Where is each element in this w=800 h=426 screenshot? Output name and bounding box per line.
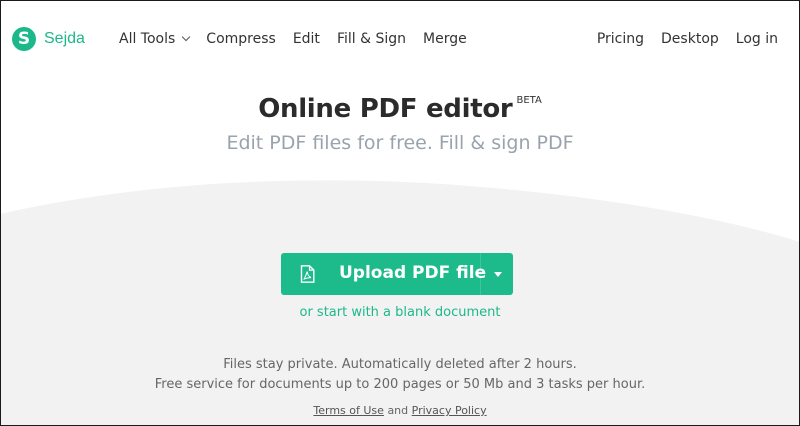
nav-desktop[interactable]: Desktop — [661, 31, 719, 47]
beta-badge: BETA — [516, 95, 542, 106]
nav-merge[interactable]: Merge — [423, 31, 467, 47]
nav-edit[interactable]: Edit — [293, 31, 320, 47]
limits-note: Free service for documents up to 200 pag… — [154, 377, 646, 392]
nav-login[interactable]: Log in — [736, 31, 778, 47]
legal-links: Terms of Use and Privacy Policy — [0, 404, 800, 417]
sejda-logo-icon: S — [12, 27, 36, 51]
nav-all-tools-label: All Tools — [119, 31, 176, 47]
legal-and: and — [387, 404, 409, 417]
chevron-down-icon — [182, 32, 191, 42]
brand-name: Sejda — [44, 30, 85, 47]
upload-pdf-button[interactable]: Upload PDF file — [281, 253, 513, 295]
nav-all-tools[interactable]: All Tools — [119, 31, 191, 47]
caret-down-icon[interactable] — [494, 272, 502, 277]
upload-pdf-label: Upload PDF file — [339, 263, 487, 283]
nav-fill-sign[interactable]: Fill & Sign — [337, 31, 406, 47]
page-title: Online PDF editor — [258, 94, 513, 124]
upload-divider — [480, 253, 481, 295]
nav-compress[interactable]: Compress — [206, 31, 276, 47]
nav-pricing[interactable]: Pricing — [597, 31, 644, 47]
page-title-block: Online PDF editor BETA — [0, 94, 800, 124]
privacy-note: Files stay private. Automatically delete… — [223, 357, 577, 372]
terms-link[interactable]: Terms of Use — [313, 404, 384, 417]
nav-primary: All Tools Compress Edit Fill & Sign Merg… — [119, 31, 484, 47]
pdf-file-icon — [300, 265, 315, 283]
blank-document-link[interactable]: or start with a blank document — [300, 305, 501, 320]
page-subtitle: Edit PDF files for free. Fill & sign PDF — [226, 132, 574, 154]
top-nav: S Sejda All Tools Compress Edit Fill & S… — [0, 0, 800, 80]
privacy-link[interactable]: Privacy Policy — [412, 404, 487, 417]
nav-secondary: Pricing Desktop Log in — [580, 31, 778, 47]
sejda-logo[interactable]: S Sejda — [12, 27, 85, 51]
blank-document-link-row: or start with a blank document — [0, 305, 800, 320]
